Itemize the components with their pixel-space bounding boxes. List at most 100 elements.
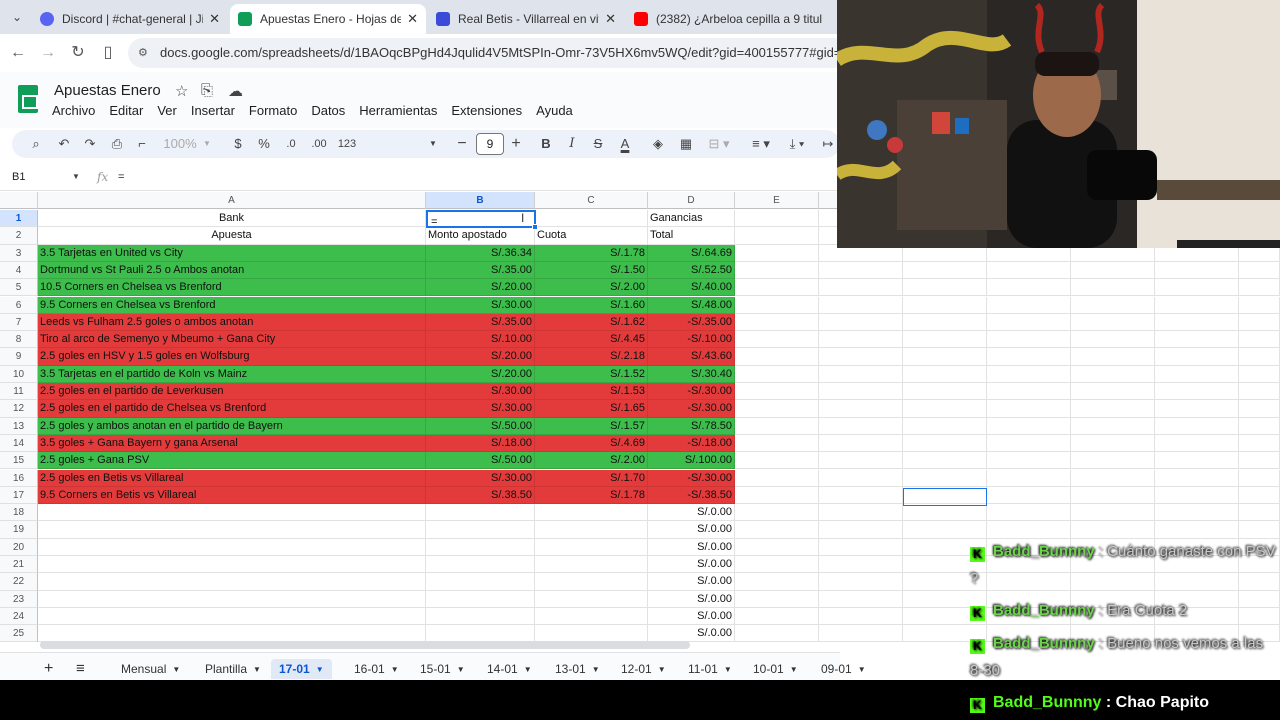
- empty-cell[interactable]: [38, 504, 426, 522]
- chevron-down-icon[interactable]: ▼: [391, 665, 399, 674]
- empty-cell[interactable]: [735, 331, 819, 349]
- empty-cell[interactable]: [1239, 279, 1280, 297]
- chevron-down-icon[interactable]: ▼: [172, 665, 180, 674]
- chevron-down-icon[interactable]: ▼: [72, 172, 80, 181]
- star-icon[interactable]: ☆: [175, 82, 188, 100]
- sheet-tab-Plantilla[interactable]: Plantilla ▼: [205, 659, 261, 679]
- italic-button[interactable]: I: [562, 134, 582, 154]
- menu-editar[interactable]: Editar: [109, 103, 143, 118]
- sheet-tab-Mensual[interactable]: Mensual ▼: [121, 659, 180, 679]
- empty-cell[interactable]: [1239, 434, 1280, 453]
- menu-archivo[interactable]: Archivo: [52, 103, 95, 118]
- empty-cell[interactable]: [819, 279, 903, 297]
- empty-cell[interactable]: [819, 486, 903, 505]
- browser-tab-sheets[interactable]: Apuestas Enero - Hojas de cálc ✕: [230, 4, 426, 34]
- chevron-down-icon[interactable]: ▼: [316, 665, 324, 674]
- empty-cell[interactable]: [819, 365, 903, 383]
- empty-cell[interactable]: [819, 313, 903, 332]
- empty-cell[interactable]: [1239, 331, 1280, 349]
- empty-cell[interactable]: [819, 331, 903, 349]
- cell-c1[interactable]: [535, 210, 648, 228]
- empty-cell[interactable]: [819, 400, 903, 418]
- empty-cell[interactable]: [903, 348, 987, 366]
- empty-cell[interactable]: [987, 261, 1071, 280]
- tab-search-chevron-icon[interactable]: ⌄: [7, 8, 27, 26]
- empty-cell[interactable]: [1155, 313, 1239, 332]
- empty-cell[interactable]: [535, 556, 648, 574]
- empty-cell[interactable]: [426, 590, 535, 608]
- menu-herramientas[interactable]: Herramientas: [359, 103, 437, 118]
- empty-cell[interactable]: [1155, 331, 1239, 349]
- empty-cell[interactable]: [38, 573, 426, 591]
- empty-cell[interactable]: [735, 313, 819, 332]
- increase-font-size-icon[interactable]: +: [508, 134, 524, 154]
- empty-cell[interactable]: [987, 486, 1071, 505]
- empty-cell[interactable]: [987, 296, 1071, 314]
- empty-cell[interactable]: [1071, 504, 1155, 522]
- bet-odds-cell[interactable]: S/.1.70: [535, 469, 648, 487]
- bet-odds-cell[interactable]: S/.2.00: [535, 452, 648, 470]
- bet-odds-cell[interactable]: S/.1.65: [535, 400, 648, 418]
- empty-cell[interactable]: [987, 434, 1071, 453]
- bet-description-cell[interactable]: 3.5 goles + Gana Bayern y gana Arsenal: [38, 434, 426, 453]
- empty-cell[interactable]: [1155, 417, 1239, 435]
- bet-amount-cell[interactable]: S/.30.00: [426, 400, 535, 418]
- empty-cell[interactable]: [819, 625, 903, 643]
- empty-cell[interactable]: [426, 556, 535, 574]
- empty-cell[interactable]: [819, 556, 903, 574]
- empty-cell[interactable]: [903, 417, 987, 435]
- row-header[interactable]: 20: [0, 538, 38, 556]
- empty-cell[interactable]: [1239, 400, 1280, 418]
- bet-amount-cell[interactable]: S/.18.00: [426, 434, 535, 453]
- empty-cell[interactable]: [987, 504, 1071, 522]
- row-header[interactable]: 8: [0, 331, 38, 349]
- empty-cell[interactable]: [426, 625, 535, 643]
- chevron-down-icon[interactable]: ▼: [790, 665, 798, 674]
- empty-cell[interactable]: [1155, 469, 1239, 487]
- empty-cell[interactable]: [735, 521, 819, 539]
- row-header[interactable]: 3: [0, 244, 38, 262]
- empty-cell[interactable]: [1239, 521, 1280, 539]
- row-header[interactable]: 25: [0, 625, 38, 643]
- menu-datos[interactable]: Datos: [311, 103, 345, 118]
- sheet-tab-10-01[interactable]: 10-01 ▼: [753, 659, 798, 679]
- empty-cell[interactable]: [735, 452, 819, 470]
- borders-icon[interactable]: ▦: [676, 134, 696, 154]
- empty-cell[interactable]: [987, 348, 1071, 366]
- menu-ver[interactable]: Ver: [157, 103, 177, 118]
- empty-cell[interactable]: [38, 538, 426, 556]
- bet-amount-cell[interactable]: S/.30.00: [426, 383, 535, 401]
- bet-description-cell[interactable]: 2.5 goles + Gana PSV: [38, 452, 426, 470]
- empty-cell[interactable]: [426, 504, 535, 522]
- site-info-icon[interactable]: ⚙: [138, 46, 152, 60]
- empty-cell[interactable]: [987, 521, 1071, 539]
- row-header[interactable]: 23: [0, 590, 38, 608]
- bet-odds-cell[interactable]: S/.2.18: [535, 348, 648, 366]
- empty-cell[interactable]: [1071, 521, 1155, 539]
- bet-total-cell[interactable]: S/.40.00: [648, 279, 735, 297]
- empty-cell[interactable]: [426, 538, 535, 556]
- empty-cell[interactable]: [1071, 383, 1155, 401]
- empty-cell[interactable]: [426, 607, 535, 626]
- more-formats-button[interactable]: 123: [334, 134, 360, 154]
- row-header[interactable]: 10: [0, 365, 38, 383]
- row-header[interactable]: 11: [0, 383, 38, 401]
- total-cell[interactable]: S/.0.00: [648, 538, 735, 556]
- empty-cell[interactable]: [1071, 452, 1155, 470]
- column-header-b[interactable]: B: [426, 192, 535, 209]
- empty-cell[interactable]: [535, 573, 648, 591]
- empty-cell[interactable]: [735, 469, 819, 487]
- bet-total-cell[interactable]: S/.64.69: [648, 244, 735, 262]
- chevron-down-icon[interactable]: ▼: [858, 665, 866, 674]
- bet-amount-cell[interactable]: S/.30.00: [426, 469, 535, 487]
- empty-cell[interactable]: [819, 607, 903, 626]
- print-icon[interactable]: ⎙: [106, 134, 128, 154]
- side-panel-icon[interactable]: ▯: [98, 43, 118, 63]
- bet-odds-cell[interactable]: S/.1.52: [535, 365, 648, 383]
- chevron-down-icon[interactable]: ▼: [457, 665, 465, 674]
- horizontal-scrollbar[interactable]: [40, 641, 690, 649]
- bet-description-cell[interactable]: 2.5 goles en el partido de Chelsea vs Br…: [38, 400, 426, 418]
- row-header[interactable]: 4: [0, 261, 38, 280]
- total-cell[interactable]: S/.0.00: [648, 625, 735, 643]
- empty-cell[interactable]: [1155, 504, 1239, 522]
